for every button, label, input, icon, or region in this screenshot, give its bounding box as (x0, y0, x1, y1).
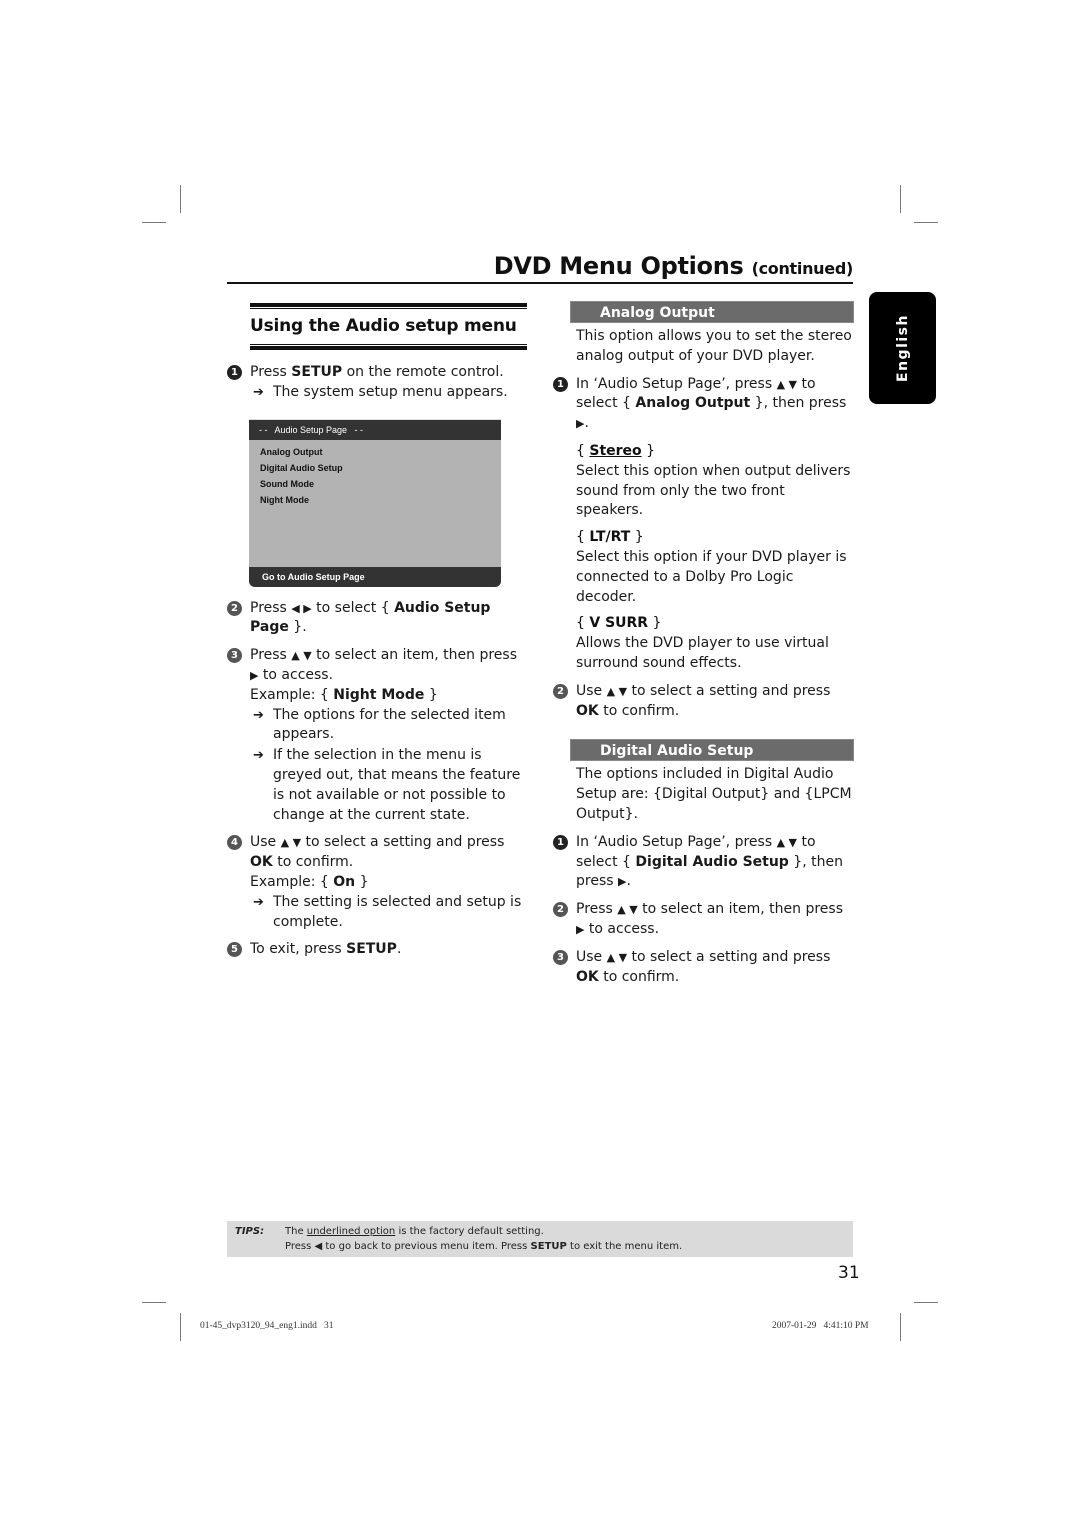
up-down-arrows-icon: ▲ ▼ (280, 836, 302, 850)
option-description: Allows the DVD player to use virtual sur… (576, 635, 829, 671)
arrow-right-icon: ➔ (253, 748, 264, 764)
left-column: Using the Audio setup menu 1 Press SETUP… (227, 303, 527, 960)
section-header-analog-output: Analog Output (570, 301, 854, 323)
osd-item[interactable]: Analog Output (260, 444, 501, 460)
step-4: 4 Use ▲ ▼ to select a setting and press … (227, 833, 527, 932)
up-down-arrows-icon: ▲ ▼ (776, 377, 797, 391)
option-stereo: { Stereo } (576, 442, 656, 459)
tips-line-1: The underlined option is the factory def… (285, 1226, 544, 1237)
arrow-right-icon: ➔ (253, 707, 264, 723)
arrow-right-icon: ➔ (253, 894, 264, 910)
tips-box: TIPS: The underlined option is the facto… (227, 1221, 853, 1257)
crop-mark (142, 1302, 166, 1303)
up-down-arrows-icon: ▲ ▼ (776, 835, 797, 849)
slug-timestamp: 2007-01-29 4:41:10 PM (772, 1321, 869, 1331)
page-header: DVD Menu Options (continued) (227, 252, 853, 284)
step-number-icon: 2 (553, 902, 568, 918)
up-down-arrows-icon: ▲ ▼ (617, 903, 638, 917)
step-2: 2 Press ◀ ▶ to select { Audio Setup Page… (227, 599, 527, 639)
step-number-icon: 1 (227, 365, 242, 380)
analog-step-2: 2 Use ▲ ▼ to select a setting and press … (553, 682, 854, 722)
page-title: DVD Menu Options (continued) (493, 252, 854, 280)
osd-item[interactable]: Digital Audio Setup (260, 460, 501, 476)
up-down-arrows-icon: ▲ ▼ (291, 649, 312, 663)
section-header-digital-audio-setup: Digital Audio Setup (570, 739, 854, 762)
step-example: Example: { On } (250, 873, 369, 890)
digital-step-3: 3 Use ▲ ▼ to select a setting and press … (553, 948, 854, 988)
heading-rule-bottom (250, 344, 527, 350)
language-tab: English (869, 292, 936, 404)
step-3: 3 Press ▲ ▼ to select an item, then pres… (227, 646, 527, 825)
osd-item[interactable]: Night Mode (260, 492, 501, 508)
step-result: ➔ The setting is selected and setup is c… (253, 893, 522, 930)
up-down-arrows-icon: ▲ ▼ (606, 684, 628, 698)
language-label: English (894, 314, 911, 382)
step-number-icon: 3 (227, 648, 242, 664)
step-number-icon: 2 (553, 683, 568, 699)
analog-intro: This option allows you to set the stereo… (576, 328, 852, 364)
tips-label: TIPS: (235, 1226, 265, 1237)
step-result: ➔ The system setup menu appears. (250, 383, 527, 403)
option-v-surr: { V SURR } (576, 615, 662, 632)
crop-mark (142, 222, 166, 223)
section-heading: Using the Audio setup menu (250, 303, 527, 350)
step-example: Example: { Night Mode } (250, 686, 438, 703)
osd-header: - - Audio Setup Page - - (249, 419, 501, 440)
crop-mark (900, 1313, 901, 1341)
up-down-arrows-icon: ▲ ▼ (606, 950, 628, 964)
left-right-arrows-icon: ◀ ▶ (291, 601, 312, 615)
option-description: Select this option when output delivers … (576, 462, 851, 519)
section-title: Using the Audio setup menu (250, 316, 517, 336)
step-number-icon: 2 (227, 600, 242, 616)
crop-mark (914, 222, 938, 223)
digital-intro: The options included in Digital Audio Se… (576, 766, 852, 822)
crop-mark (900, 185, 901, 213)
osd-footer: Go to Audio Setup Page (249, 566, 501, 587)
tips-line-2: Press ◀ to go back to previous menu item… (285, 1241, 683, 1252)
step-result: ➔ If the selection in the menu is greyed… (253, 747, 521, 823)
osd-item-list: Analog Output Digital Audio Setup Sound … (249, 440, 501, 508)
crop-mark (914, 1302, 938, 1303)
slug-filename: 01-45_dvp3120_94_eng1.indd 31 (200, 1321, 334, 1331)
step-1: 1 Press SETUP on the remote control. ➔ T… (227, 363, 527, 403)
osd-menu-screen: - - Audio Setup Page - - Analog Output D… (249, 418, 501, 587)
title-suffix: (continued) (751, 259, 854, 278)
step-number-icon: 5 (227, 942, 242, 958)
arrow-right-icon: ➔ (253, 384, 264, 400)
osd-item[interactable]: Sound Mode (260, 476, 501, 492)
step-number-icon: 3 (553, 949, 568, 965)
crop-mark (180, 185, 181, 213)
page-number: 31 (838, 1263, 860, 1283)
option-lt-rt: { LT/RT } (576, 529, 644, 546)
tips-text: The underlined option is the factory def… (285, 1224, 682, 1254)
option-description: Select this option if your DVD player is… (576, 548, 847, 605)
step-number-icon: 1 (553, 834, 568, 850)
step-result: ➔ The options for the selected item appe… (253, 706, 506, 743)
step-number-icon: 1 (553, 376, 568, 392)
step-number-icon: 4 (227, 835, 242, 851)
right-column: Analog Output This option allows you to … (553, 301, 854, 987)
step-5: 5 To exit, press SETUP. (227, 940, 527, 960)
digital-step-1: 1 In ‘Audio Setup Page’, press ▲ ▼ to se… (553, 833, 854, 892)
crop-mark (180, 1313, 181, 1341)
digital-step-2: 2 Press ▲ ▼ to select an item, then pres… (553, 900, 854, 940)
analog-step-1: 1 In ‘Audio Setup Page’, press ▲ ▼ to se… (553, 375, 854, 434)
